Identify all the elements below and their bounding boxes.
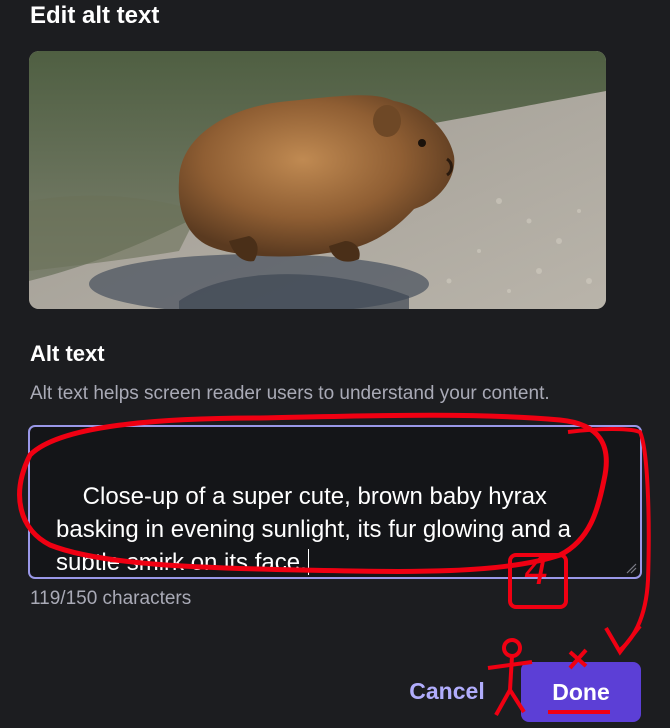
alt-text-heading: Alt text [30, 341, 105, 366]
alt-text-input[interactable]: Close-up of a super cute, brown baby hyr… [28, 425, 642, 579]
annotation-number: 4 [524, 548, 550, 594]
cancel-button[interactable]: Cancel [395, 662, 499, 720]
alt-text-hint: Alt text helps screen reader users to un… [30, 383, 550, 404]
image-preview [29, 51, 606, 309]
resize-grip-icon[interactable] [625, 562, 637, 574]
character-counter: 119/150 characters [30, 588, 192, 609]
dialog-title: Edit alt text [30, 2, 160, 29]
done-button[interactable]: Done [521, 662, 641, 722]
edit-alt-text-dialog: Edit alt text Alt text Alt text helps sc… [0, 0, 670, 728]
alt-text-value: Close-up of a super cute, brown baby hyr… [56, 483, 578, 576]
hyrax-photo [29, 51, 606, 309]
text-caret [307, 549, 309, 575]
